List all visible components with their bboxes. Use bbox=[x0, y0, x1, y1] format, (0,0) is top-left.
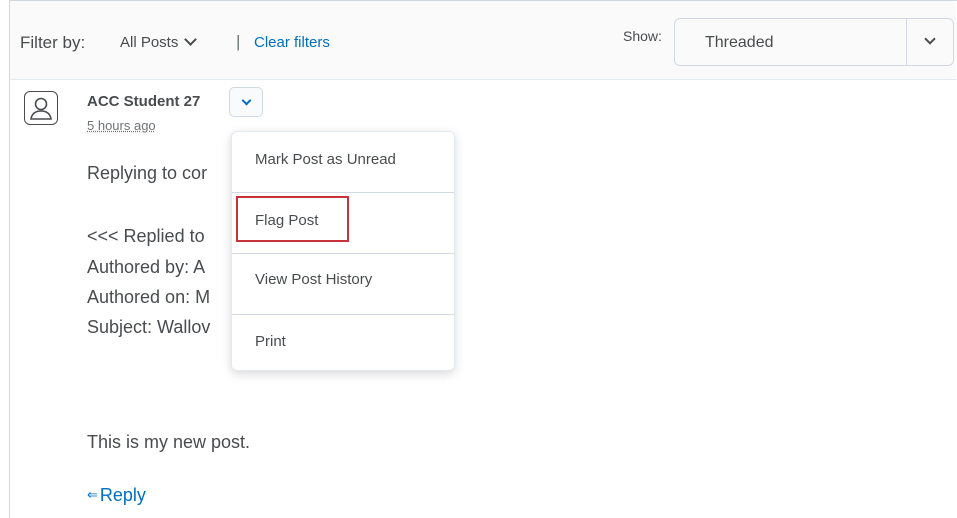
select-divider bbox=[906, 19, 907, 65]
post-body-line: Authored on: M bbox=[87, 287, 211, 307]
post-timestamp: 5 hours ago bbox=[87, 118, 156, 133]
post-body-line: <<< Replied to bbox=[87, 226, 205, 246]
menu-item-label: Print bbox=[255, 333, 286, 350]
filter-dropdown[interactable]: All Posts bbox=[120, 33, 198, 51]
menu-item-view-history[interactable]: View Post History bbox=[232, 254, 454, 314]
post-context-menu: Mark Post as Unread Flag Post View Post … bbox=[231, 131, 455, 371]
post-author[interactable]: ACC Student 27 bbox=[87, 93, 200, 110]
menu-item-print[interactable]: Print bbox=[232, 315, 454, 375]
post-body-line: Authored by: A bbox=[87, 257, 206, 277]
show-view-select[interactable]: Threaded bbox=[674, 18, 954, 66]
menu-item-mark-unread[interactable]: Mark Post as Unread bbox=[232, 132, 454, 192]
menu-item-label: Mark Post as Unread bbox=[255, 151, 396, 168]
filter-value: All Posts bbox=[120, 34, 179, 51]
post-context-menu-button[interactable] bbox=[229, 87, 263, 117]
filter-by-label: Filter by: bbox=[20, 33, 86, 52]
reply-arrows-icon: ⇐ bbox=[87, 487, 98, 502]
filter-bar: Filter by: All Posts | Clear filters Sho… bbox=[10, 1, 956, 80]
chevron-down-icon bbox=[924, 33, 936, 45]
reply-link[interactable]: ⇐ Reply bbox=[87, 485, 146, 506]
post-body-line: Replying to cor bbox=[87, 163, 208, 183]
reply-label: Reply bbox=[99, 485, 146, 505]
filter-separator: | bbox=[236, 32, 241, 51]
show-view-value: Threaded bbox=[705, 34, 774, 51]
chevron-down-icon bbox=[241, 95, 252, 106]
user-avatar-icon bbox=[24, 91, 58, 125]
post-body-text: This is my new post. bbox=[87, 432, 251, 452]
clear-filters-link[interactable]: Clear filters bbox=[254, 34, 330, 51]
flag-post-highlight-box bbox=[236, 196, 349, 242]
menu-item-label: View Post History bbox=[255, 271, 373, 288]
post-body-line: Subject: Wallov bbox=[87, 317, 211, 337]
post-body-clipped: Replying to cor <<< Replied to Authored … bbox=[87, 150, 237, 350]
show-label: Show: bbox=[623, 28, 662, 44]
chevron-down-icon bbox=[184, 33, 198, 46]
